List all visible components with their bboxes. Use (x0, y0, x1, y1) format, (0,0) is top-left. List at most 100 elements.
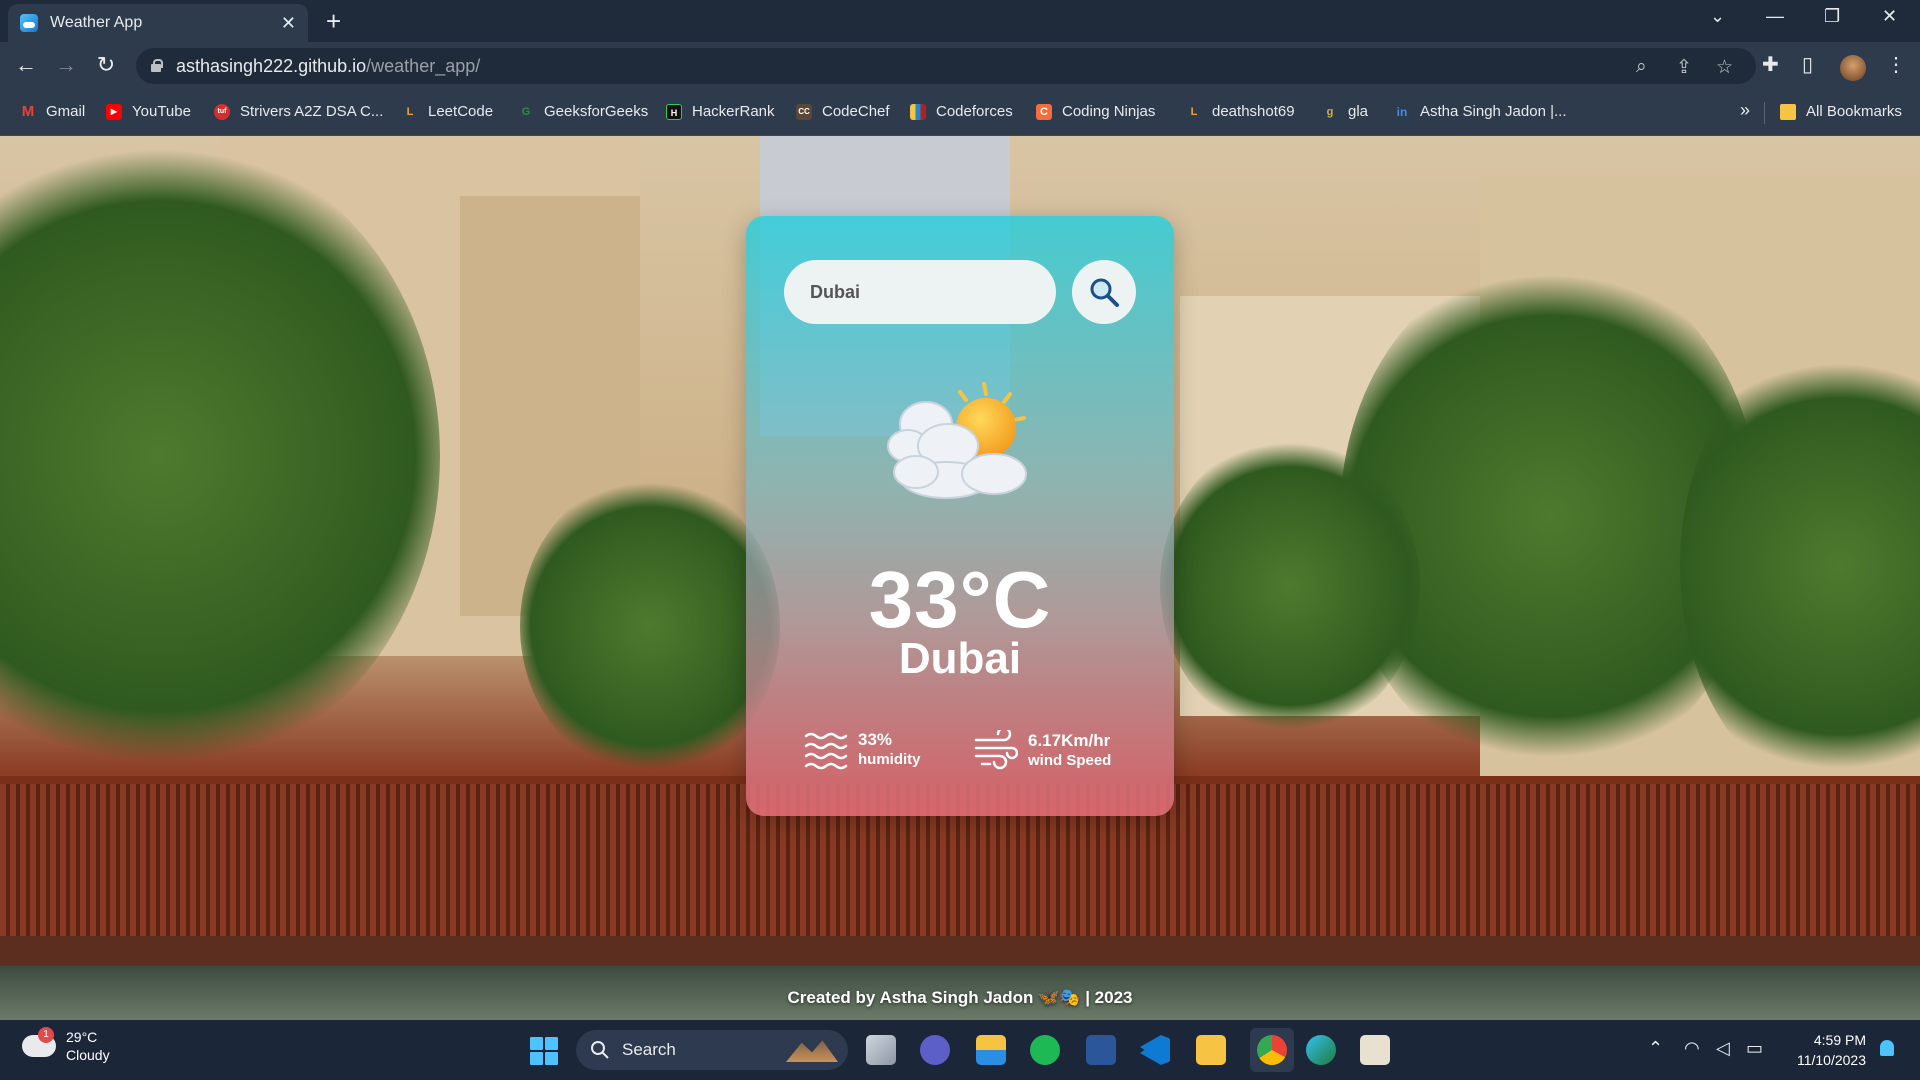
search-button[interactable] (1072, 260, 1136, 324)
url-host: asthasingh222.github.io (176, 55, 367, 76)
spotify-icon[interactable] (1030, 1035, 1060, 1065)
bookmark-label: Codeforces (936, 103, 1013, 120)
gfg-icon: G (521, 105, 531, 118)
url-path: /weather_app/ (366, 55, 481, 76)
bookmark-label: Astha Singh Jadon |... (1420, 103, 1567, 120)
browser-toolbar: ← → ↻ asthasingh222.github.io/weather_ap… (0, 42, 1920, 90)
windows-logo-icon (545, 1052, 558, 1065)
hackerrank-icon: H (666, 103, 682, 120)
folder-icon (1780, 103, 1796, 120)
partly-cloudy-icon (887, 382, 1027, 499)
wifi-icon[interactable]: ◠ (1684, 1038, 1700, 1059)
bookmark-gla[interactable]: g gla (1322, 103, 1368, 120)
bookmark-codingninjas[interactable]: C Coding Ninjas (1036, 103, 1155, 120)
wind-icon (974, 730, 1018, 770)
gla-icon: g (1326, 105, 1334, 118)
tab-search-icon[interactable]: ⌄ (1710, 6, 1725, 27)
tab-strip: Weather App ✕ + ⌄ — ❐ ✕ (0, 0, 1920, 42)
back-icon[interactable]: ← (12, 52, 40, 78)
lock-icon[interactable] (150, 59, 163, 73)
bookmark-label: LeetCode (428, 103, 494, 120)
codeforces-icon: ▮ (910, 103, 926, 120)
file-explorer-icon[interactable] (976, 1035, 1006, 1065)
bookmark-label: Gmail (46, 103, 86, 120)
cloud-icon: 1 (22, 1027, 56, 1057)
youtube-icon: ▶ (106, 103, 122, 120)
bookmark-codeforces[interactable]: ▮ Codeforces (910, 103, 1013, 120)
bookmark-label: GeeksforGeeks (544, 103, 649, 120)
linkedin-icon: in (1396, 104, 1408, 119)
codechef-icon: CC (796, 103, 812, 120)
snipping-tool-icon[interactable] (1360, 1035, 1390, 1065)
address-bar[interactable]: asthasingh222.github.io/weather_app/ ⌕ ⇪… (136, 48, 1756, 84)
taskbar-search[interactable]: Search (576, 1030, 848, 1070)
teams-chat-icon[interactable] (920, 1035, 950, 1065)
palm-tree (1160, 436, 1420, 736)
zoom-icon[interactable]: ⌕ (1636, 56, 1647, 78)
bookmark-leetcode[interactable]: L LeetCode (402, 103, 493, 120)
tab-title: Weather App (50, 14, 143, 31)
side-panel-icon[interactable]: ▯ (1802, 52, 1813, 77)
tab-close-icon[interactable]: ✕ (281, 13, 296, 34)
taskbar-search-label: Search (622, 1040, 676, 1059)
forward-icon[interactable]: → (52, 52, 80, 78)
bookmark-youtube[interactable]: ▶ YouTube (106, 103, 191, 120)
menu-icon[interactable]: ⋮ (1886, 52, 1906, 77)
new-tab-button[interactable]: + (326, 6, 341, 37)
profile-avatar[interactable] (1840, 55, 1866, 81)
city-search-input[interactable] (784, 260, 1056, 324)
word-icon[interactable] (1086, 1035, 1116, 1065)
bookmark-linkedin[interactable]: in Astha Singh Jadon |... (1394, 103, 1567, 120)
page-background: 33°C Dubai 33% humidity (0, 136, 1920, 1020)
taskbar-weather-widget[interactable]: 1 29°C Cloudy (22, 1027, 110, 1064)
clock-time: 4:59 PM (1813, 1032, 1866, 1048)
palm-tree (520, 476, 780, 776)
restore-button[interactable]: ❐ (1824, 6, 1840, 27)
leetcode-icon: L (1190, 105, 1198, 118)
all-bookmarks-button[interactable]: All Bookmarks (1780, 103, 1902, 120)
bookmark-geeksforgeeks[interactable]: G GeeksforGeeks (518, 103, 649, 120)
bookmark-hackerrank[interactable]: H HackerRank (666, 103, 775, 120)
humidity-icon (804, 732, 848, 770)
windows-taskbar: 1 29°C Cloudy Search ⌃ ◠ ◁ ▭ 4:59 PM 11/… (0, 1020, 1920, 1080)
share-icon[interactable]: ⇪ (1676, 56, 1692, 79)
footer-credit: Created by Astha Singh Jadon 🦋🎭 | 2023 (787, 988, 1133, 1007)
task-view-icon[interactable] (866, 1035, 896, 1065)
notification-bell-icon[interactable] (1880, 1040, 1894, 1056)
close-window-button[interactable]: ✕ (1882, 6, 1897, 27)
humidity-value: 33% (858, 730, 893, 749)
taskbar-clock[interactable]: 4:59 PM 11/10/2023 (1786, 1030, 1866, 1070)
bookmark-strivers[interactable]: tuf Strivers A2Z DSA C... (214, 103, 383, 120)
wind-value: 6.17Km/hr (1028, 731, 1111, 750)
bookmarks-overflow-button[interactable]: » (1740, 100, 1750, 121)
all-bookmarks-label: All Bookmarks (1806, 103, 1902, 120)
vscode-icon[interactable] (1140, 1035, 1170, 1065)
taskbar-weather-temp: 29°C (66, 1029, 98, 1045)
tray-overflow-icon[interactable]: ⌃ (1648, 1038, 1663, 1059)
bookmark-label: Coding Ninjas (1062, 103, 1156, 120)
leetcode-icon: L (406, 105, 414, 118)
browser-tab[interactable]: Weather App ✕ (8, 4, 308, 42)
edge-icon[interactable] (1306, 1035, 1336, 1065)
windows-logo-icon (530, 1037, 543, 1050)
reload-icon[interactable]: ↻ (92, 52, 120, 78)
battery-icon[interactable]: ▭ (1746, 1038, 1763, 1059)
bookmark-codechef[interactable]: CC CodeChef (796, 103, 890, 120)
codingninjas-icon: C (1036, 103, 1052, 120)
temperature-value: 33°C (868, 555, 1052, 644)
notification-badge: 1 (38, 1027, 54, 1043)
sticky-notes-icon[interactable] (1196, 1035, 1226, 1065)
bridge-deck (0, 936, 1920, 966)
volume-icon[interactable]: ◁ (1716, 1038, 1730, 1059)
bookmark-gmail[interactable]: M Gmail (20, 103, 85, 120)
chrome-icon[interactable] (1257, 1035, 1287, 1065)
bookmark-label: CodeChef (822, 103, 890, 120)
bookmark-label: deathshot69 (1212, 103, 1295, 120)
bookmark-deathshot69[interactable]: Ldeathshot69 (1186, 103, 1295, 120)
wind-label: wind Speed (1028, 752, 1112, 769)
start-button[interactable] (530, 1037, 558, 1065)
minimize-button[interactable]: — (1766, 6, 1784, 27)
extensions-icon[interactable]: ✚ (1762, 52, 1779, 77)
bookmark-star-icon[interactable]: ☆ (1716, 56, 1733, 79)
windows-logo-icon (545, 1037, 558, 1050)
